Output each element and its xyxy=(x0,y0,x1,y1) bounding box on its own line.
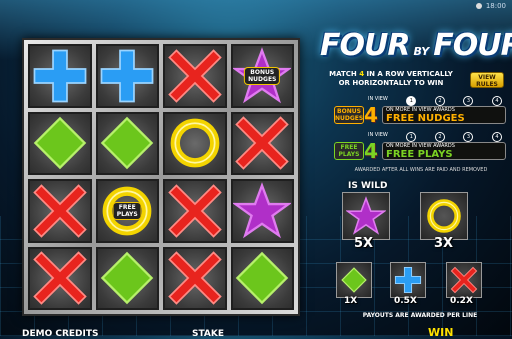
ring-payout: 3X xyxy=(434,236,454,251)
logo-by: BY xyxy=(413,45,430,58)
feature-count: 4 xyxy=(364,139,378,163)
feature-award: FREE NUDGES xyxy=(386,113,465,124)
free-plays-icon: FREE PLAYS xyxy=(334,142,364,160)
in-view-counter: IN VIEW 1 2 3 4 xyxy=(368,96,502,106)
x-icon xyxy=(32,251,87,306)
rule-line2: OR HORIZONTALLY TO WIN xyxy=(338,79,444,87)
logo-four-2: FOUR xyxy=(433,28,512,63)
x-icon xyxy=(167,251,222,306)
rule-pre: MATCH xyxy=(329,70,360,78)
status-icon xyxy=(475,3,482,9)
count-1: 1 xyxy=(406,132,417,142)
diamond-icon xyxy=(101,252,154,305)
board-cell-0-2 xyxy=(163,44,227,108)
bonus-nudges-icon: BONUS NUDGES xyxy=(334,106,364,124)
feature-bonus-nudges: IN VIEW 1 2 3 4 BONUS NUDGES 4 ON MORE I… xyxy=(334,96,506,128)
ring-icon xyxy=(427,199,461,233)
board-cell-2-2 xyxy=(163,179,227,243)
count-3: 3 xyxy=(463,96,474,106)
board-cell-1-0 xyxy=(28,111,92,175)
board-cell-0-3: BONUS NUDGES xyxy=(230,44,294,108)
x-icon xyxy=(450,266,478,294)
star-payout: 5X xyxy=(354,236,374,251)
win-label: WIN xyxy=(428,326,454,339)
ring-icon xyxy=(170,118,220,168)
count-2: 2 xyxy=(434,96,445,106)
board-cell-3-1 xyxy=(95,246,159,310)
paytable-star xyxy=(342,192,390,240)
system-status: 18:00 xyxy=(475,2,506,10)
x-icon xyxy=(32,183,87,238)
rule-post: IN A ROW VERTICALLY xyxy=(364,70,453,78)
x-icon xyxy=(167,183,222,238)
board-cell-2-0 xyxy=(28,179,92,243)
board-cell-2-1: FREE PLAYS xyxy=(95,179,159,243)
board-cell-1-3 xyxy=(230,111,294,175)
board-cell-1-2 xyxy=(163,111,227,175)
diamond-icon xyxy=(101,117,154,170)
board-cell-3-2 xyxy=(163,246,227,310)
payline-note: PAYOUTS ARE AWARDED PER LINE xyxy=(362,312,478,319)
clock: 18:00 xyxy=(485,2,506,10)
paytable-ring xyxy=(420,192,468,240)
paytable-x xyxy=(446,262,482,298)
rules-text: MATCH 4 IN A ROW VERTICALLY OR HORIZONTA… xyxy=(316,70,466,88)
x-icon xyxy=(235,116,290,171)
stake-label[interactable]: STAKE xyxy=(192,329,224,339)
feature-count: 4 xyxy=(364,103,378,127)
diamond-icon xyxy=(341,267,367,293)
count-2: 2 xyxy=(434,132,445,142)
plus-icon xyxy=(33,49,87,103)
plus-icon xyxy=(394,266,422,294)
wild-title: IS WILD xyxy=(348,181,388,191)
board-cell-0-0 xyxy=(28,44,92,108)
count-3: 3 xyxy=(463,132,474,142)
star-icon xyxy=(233,181,292,239)
free-plays-tag: FREE PLAYS xyxy=(112,201,142,220)
plus-icon xyxy=(100,49,154,103)
paytable-diamond xyxy=(336,262,372,298)
count-4: 4 xyxy=(492,132,502,142)
x-icon xyxy=(167,48,222,103)
feature-award: FREE PLAYS xyxy=(386,149,453,160)
view-rules-button[interactable]: VIEW RULES xyxy=(470,72,504,88)
in-view-counter: IN VIEW 1 2 3 4 xyxy=(368,132,502,142)
diamond-payout: 1X xyxy=(344,296,358,306)
board-cell-2-3 xyxy=(230,179,294,243)
game-logo: FOUR BY FOUR xyxy=(320,28,512,66)
feature-text: ON MORE IN VIEW AWARDS FREE PLAYS xyxy=(382,142,506,160)
x-payout: 0.2X xyxy=(450,296,473,306)
bonus-nudges-tag: BONUS NUDGES xyxy=(244,66,281,85)
feature-free-plays: IN VIEW 1 2 3 4 FREE PLAYS 4 ON MORE IN … xyxy=(334,132,506,164)
plus-payout: 0.5X xyxy=(394,296,417,306)
count-1: 1 xyxy=(406,96,417,106)
diamond-icon xyxy=(33,117,86,170)
board-cell-3-0 xyxy=(28,246,92,310)
paytable-plus xyxy=(390,262,426,298)
feature-text: ON MORE IN VIEW AWARDS FREE NUDGES xyxy=(382,106,506,124)
board-cell-3-3 xyxy=(230,246,294,310)
star-icon xyxy=(346,196,386,235)
awarded-note: AWARDED AFTER ALL WINS ARE PAID AND REMO… xyxy=(354,167,488,173)
board-cell-1-1 xyxy=(95,111,159,175)
diamond-icon xyxy=(236,252,289,305)
logo-four-1: FOUR xyxy=(320,28,410,63)
count-4: 4 xyxy=(492,96,502,106)
credits-label: DEMO CREDITS xyxy=(22,329,99,339)
board-cell-0-1 xyxy=(95,44,159,108)
game-board: BONUS NUDGES FREE PLAYS xyxy=(22,38,300,316)
